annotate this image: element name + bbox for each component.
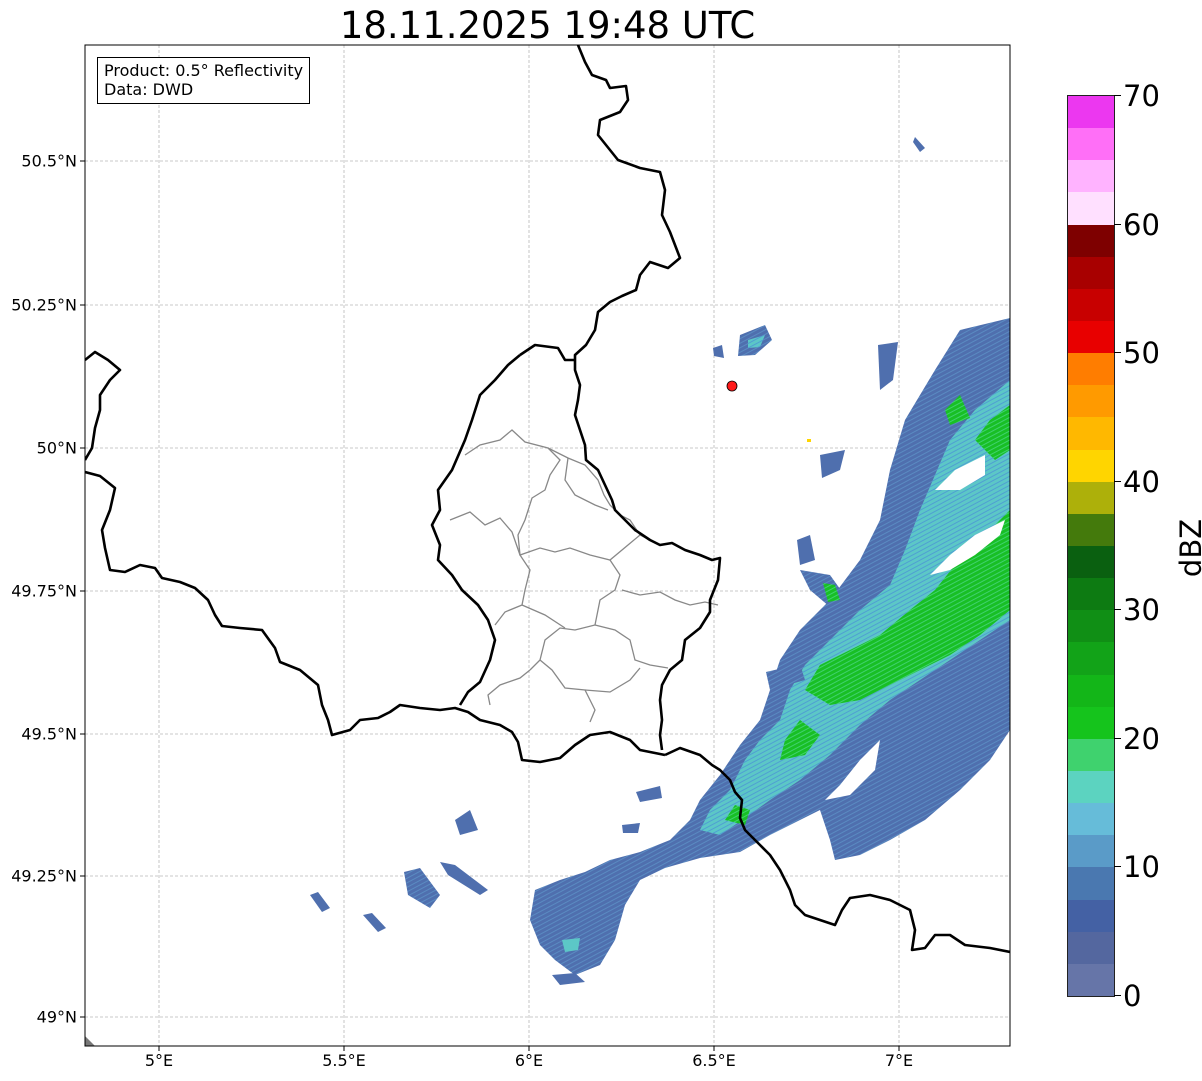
colorbar-segment: [1068, 96, 1114, 129]
lat-label: 50.5°N: [21, 151, 77, 171]
lat-label: 50.25°N: [11, 295, 77, 315]
colorbar-segment: [1068, 867, 1114, 900]
colorbar-tick: [1114, 95, 1121, 96]
colorbar-tick-label: 40: [1123, 465, 1160, 499]
colorbar-segment: [1068, 803, 1114, 836]
product-info-box: Product: 0.5° Reflectivity Data: DWD: [97, 57, 311, 104]
echo-cell-small-8: [636, 786, 662, 802]
product-label: Product: 0.5° Reflectivity: [104, 61, 304, 80]
echo-cell-west-5: [363, 913, 386, 932]
colorbar-tick-label: 20: [1123, 722, 1160, 756]
colorbar-segment: [1068, 706, 1114, 739]
corner-grey-feature: [85, 1036, 95, 1046]
echo-cell-small-1: [713, 345, 724, 358]
colorbar-tick: [1114, 481, 1121, 482]
lat-label: 49.25°N: [11, 866, 77, 886]
hot-pixel-echo: [807, 439, 811, 442]
colorbar-segment: [1068, 160, 1114, 193]
colorbar-segment: [1068, 353, 1114, 386]
colorbar-segment: [1068, 288, 1114, 321]
colorbar-segment: [1068, 835, 1114, 868]
province-boundaries: [449, 429, 719, 723]
colorbar-segment: [1068, 674, 1114, 707]
data-source-label: Data: DWD: [104, 80, 194, 99]
colorbar-tick: [1114, 995, 1121, 996]
lon-label: 6°E: [514, 1051, 544, 1070]
colorbar-tick-label: 70: [1123, 79, 1160, 113]
colorbar-tick: [1114, 224, 1121, 225]
dbz-colorbar: [1067, 95, 1115, 997]
lat-label: 50°N: [36, 438, 77, 458]
echo-cell-west-1: [455, 810, 478, 835]
echo-cell-teal: [562, 938, 580, 952]
lat-label: 49.75°N: [11, 581, 77, 601]
colorbar-tick-label: 10: [1123, 850, 1160, 884]
lon-label: 6.5°E: [692, 1051, 736, 1070]
echo-cell-south: [552, 973, 585, 985]
echo-cell-west-3: [440, 862, 488, 895]
echo-cell-west-4: [310, 892, 330, 912]
colorbar-segment: [1068, 449, 1114, 482]
colorbar-segment: [1068, 963, 1114, 996]
echo-cell-small-9: [622, 823, 640, 833]
colorbar-tick: [1114, 609, 1121, 610]
colorbar-tick-label: 60: [1123, 208, 1160, 242]
colorbar-segment: [1068, 770, 1114, 804]
colorbar-segment: [1068, 513, 1114, 546]
echo-cell-small-3: [820, 450, 845, 478]
colorbar-segment: [1068, 545, 1114, 579]
colorbar-segment: [1068, 224, 1114, 257]
colorbar-unit-label: dBZ: [1174, 518, 1202, 578]
lat-label: 49°N: [36, 1007, 77, 1027]
colorbar-segment: [1068, 642, 1114, 675]
axis-ticks: [80, 160, 900, 1051]
colorbar-tick: [1114, 738, 1121, 739]
lon-label: 5°E: [144, 1051, 174, 1070]
colorbar-tick: [1114, 352, 1121, 353]
colorbar-segment: [1068, 128, 1114, 161]
lon-label: 7°E: [884, 1051, 914, 1070]
radar-site-marker[interactable]: [726, 380, 738, 392]
colorbar-tick: [1114, 866, 1121, 867]
colorbar-segment: [1068, 610, 1114, 643]
colorbar-segment: [1068, 578, 1114, 611]
colorbar-segment: [1068, 256, 1114, 289]
colorbar-segment: [1068, 417, 1114, 450]
colorbar-segment: [1068, 738, 1114, 771]
colorbar-segment: [1068, 192, 1114, 225]
colorbar-tick-label: 50: [1123, 336, 1160, 370]
echo-cell-small-4: [797, 535, 815, 565]
lon-label: 5.5°E: [322, 1051, 366, 1070]
colorbar-tick-label: 0: [1123, 979, 1142, 1013]
colorbar-tick-label: 30: [1123, 593, 1160, 627]
colorbar-segment: [1068, 481, 1114, 514]
colorbar-segment: [1068, 320, 1114, 354]
colorbar-segment: [1068, 385, 1114, 418]
lat-label: 49.5°N: [21, 724, 77, 744]
echo-cell-ne: [913, 137, 925, 152]
echo-cell-west-2: [404, 868, 440, 908]
echo-cell-small-2: [878, 342, 898, 390]
colorbar-segment: [1068, 899, 1114, 932]
radar-map[interactable]: [0, 0, 1202, 1081]
colorbar-segment: [1068, 931, 1114, 964]
